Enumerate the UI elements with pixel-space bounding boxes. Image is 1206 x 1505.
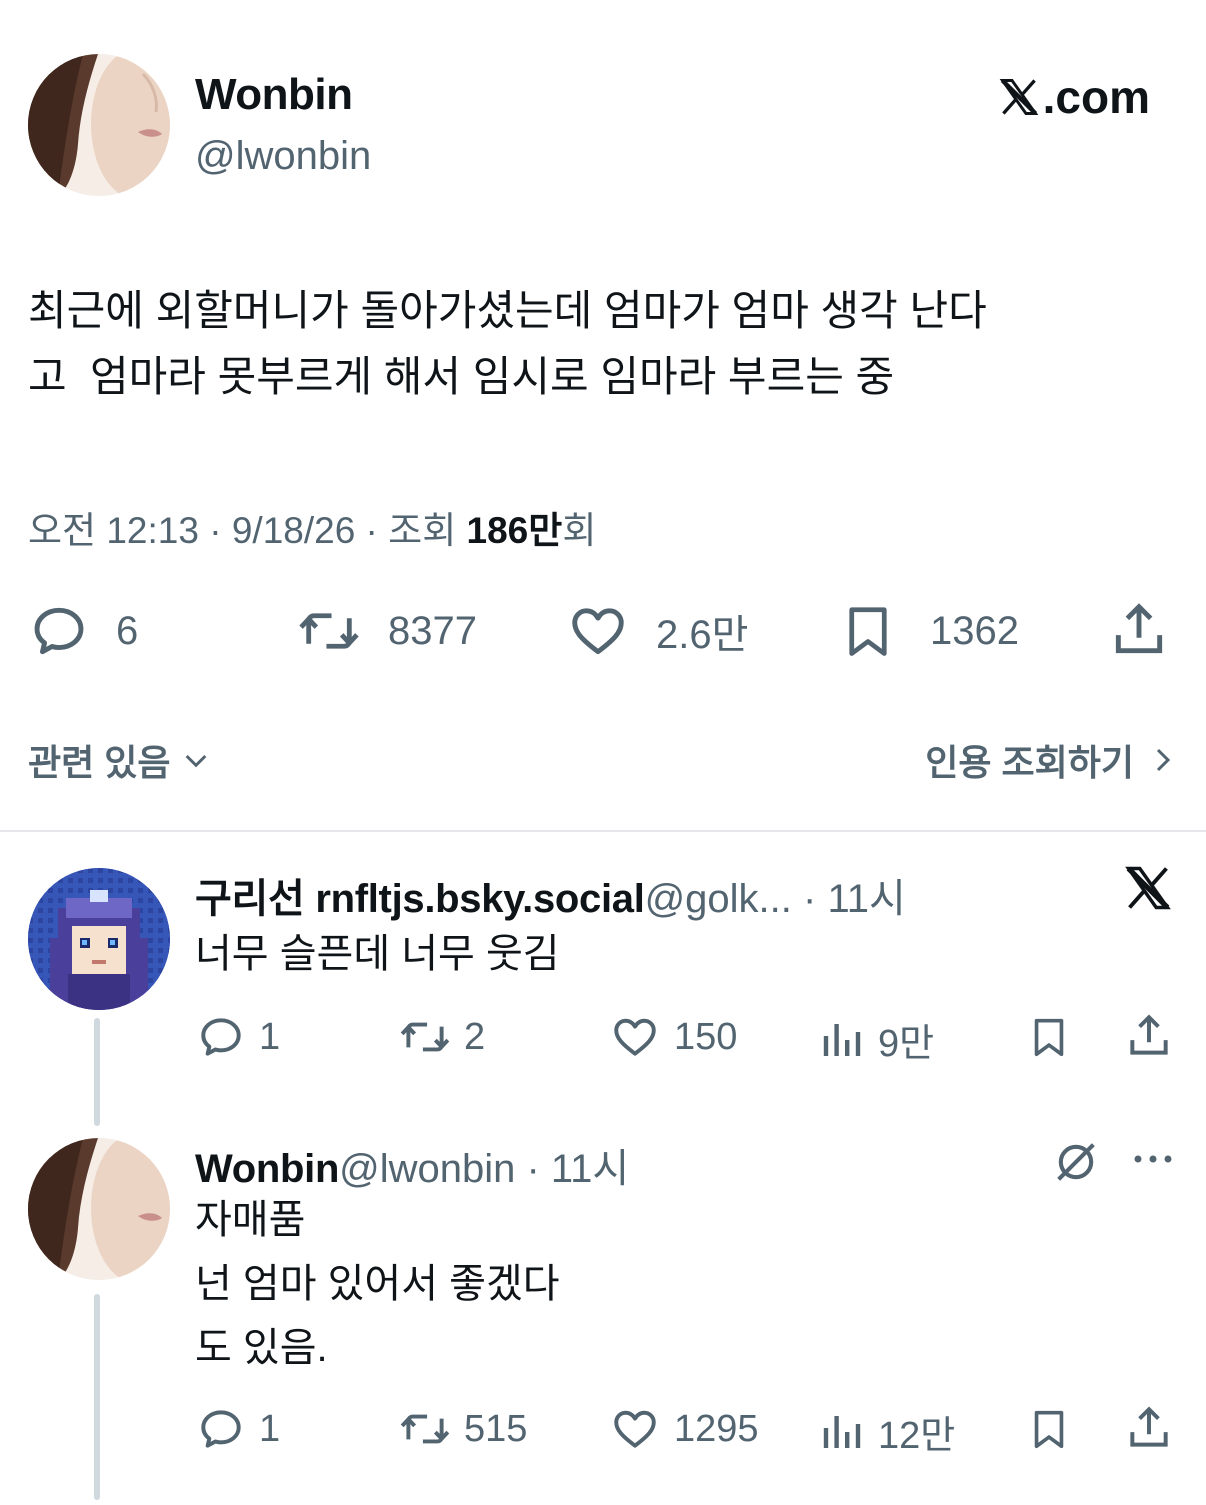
tweet-timestamp[interactable]: 오전 12:13 · 9/18/26 · 조회: [28, 500, 467, 554]
retweet-icon: [400, 1022, 450, 1052]
view-count: 12만: [878, 1415, 956, 1457]
retweet-button[interactable]: 515: [398, 1404, 527, 1454]
views-chart-icon: [823, 1415, 861, 1448]
avatar-photo: [28, 1138, 170, 1280]
views-button[interactable]: 12만: [818, 1404, 955, 1459]
thread-line: [94, 1294, 100, 1500]
reply-author-name[interactable]: Wonbin: [195, 1147, 339, 1192]
heart-icon: [614, 1018, 656, 1056]
view-quotes-link[interactable]: 인용 조회하기: [925, 734, 1178, 786]
related-label: 관련 있음: [28, 742, 171, 783]
thread-line: [94, 1018, 100, 1126]
author-avatar[interactable]: [28, 54, 170, 196]
share-icon: [1130, 1406, 1168, 1447]
chevron-down-icon: [186, 754, 207, 768]
retweet-button[interactable]: 2: [398, 1012, 485, 1062]
reply-text: 너무 슬픈데 너무 웃김: [195, 932, 560, 976]
reply-author-handle[interactable]: @golk...: [645, 877, 792, 922]
bookmark-button[interactable]: [1026, 1012, 1072, 1062]
bookmark-button[interactable]: 1362: [838, 600, 1019, 662]
related-toggle[interactable]: 관련 있음: [28, 734, 212, 786]
reply-time[interactable]: · 11시: [792, 866, 906, 924]
reply-avatar[interactable]: [28, 1138, 170, 1280]
chevron-right-icon: [1156, 748, 1171, 772]
like-count: 1295: [674, 1407, 759, 1450]
hide-reply-icon[interactable]: [1050, 1136, 1102, 1193]
brand-text: .com: [1042, 71, 1150, 123]
reply-icon: [201, 1018, 241, 1056]
reply-text: 자매품 넌 엄마 있어서 좋겠다 도 있음.: [195, 1198, 560, 1370]
reply-author-name[interactable]: 구리선 rnfltjs.bsky.social: [195, 866, 645, 924]
reply-button[interactable]: 1: [195, 1404, 280, 1454]
avatar-photo: [28, 54, 170, 196]
reply-count: 1: [259, 1015, 281, 1058]
share-icon: [1130, 1014, 1168, 1055]
share-button[interactable]: [1108, 598, 1170, 662]
share-icon: [1115, 603, 1163, 654]
reply-count: 1: [259, 1407, 281, 1450]
author-handle[interactable]: @lwonbin: [195, 134, 371, 179]
divider: [0, 830, 1206, 832]
retweet-count: 515: [464, 1407, 528, 1450]
tweet-meta: 오전 12:13 · 9/18/26 · 조회 186만 회: [28, 500, 596, 554]
heart-icon: [572, 608, 624, 655]
view-count-suffix: 회: [562, 510, 597, 551]
more-options-icon[interactable]: [1130, 1144, 1176, 1179]
like-count: 2.6만: [656, 613, 749, 657]
like-count: 150: [674, 1015, 738, 1058]
reply-icon: [34, 607, 84, 655]
x-logo-icon: [999, 78, 1038, 116]
bookmark-icon: [849, 607, 887, 656]
like-button[interactable]: 150: [608, 1012, 737, 1062]
views-button[interactable]: 9만: [818, 1012, 934, 1067]
author-name[interactable]: Wonbin: [195, 70, 353, 120]
retweet-icon: [400, 1414, 450, 1444]
reply-button[interactable]: 1: [195, 1012, 280, 1062]
heart-icon: [614, 1410, 656, 1448]
retweet-icon: [299, 613, 359, 649]
quotes-label: 인용 조회하기: [925, 742, 1134, 783]
reply-icon: [201, 1410, 241, 1448]
bookmark-count: 1362: [930, 608, 1019, 653]
reply-avatar[interactable]: [28, 868, 170, 1010]
like-button[interactable]: 2.6만: [566, 600, 748, 662]
reply-button[interactable]: 6: [28, 600, 138, 662]
share-button[interactable]: [1124, 1402, 1174, 1454]
view-count: 186만: [466, 510, 563, 551]
reply-time[interactable]: · 11시: [515, 1136, 629, 1194]
retweet-count: 2: [464, 1015, 486, 1058]
reply-header: 구리선 rnfltjs.bsky.social @golk... · 11시: [195, 866, 906, 924]
bookmark-button[interactable]: [1026, 1404, 1072, 1454]
tweet-text: 최근에 외할머니가 돌아가셨는데 엄마가 엄마 생각 난다 고 엄마라 못부르게…: [28, 287, 987, 400]
bookmark-icon: [1034, 1018, 1064, 1057]
pixel-avatar: [28, 868, 170, 1010]
retweet-button[interactable]: 8377: [296, 600, 477, 662]
x-com-brand: .com: [997, 70, 1150, 124]
bookmark-icon: [1034, 1410, 1064, 1449]
x-logo-icon: [1122, 862, 1174, 919]
retweet-count: 8377: [388, 608, 477, 653]
share-button[interactable]: [1124, 1010, 1174, 1062]
reply-header: Wonbin @lwonbin · 11시: [195, 1136, 629, 1194]
view-count: 9만: [878, 1023, 935, 1065]
reply-author-handle[interactable]: @lwonbin: [339, 1147, 515, 1192]
views-chart-icon: [823, 1023, 861, 1056]
like-button[interactable]: 1295: [608, 1404, 759, 1454]
reply-count: 6: [116, 608, 139, 653]
